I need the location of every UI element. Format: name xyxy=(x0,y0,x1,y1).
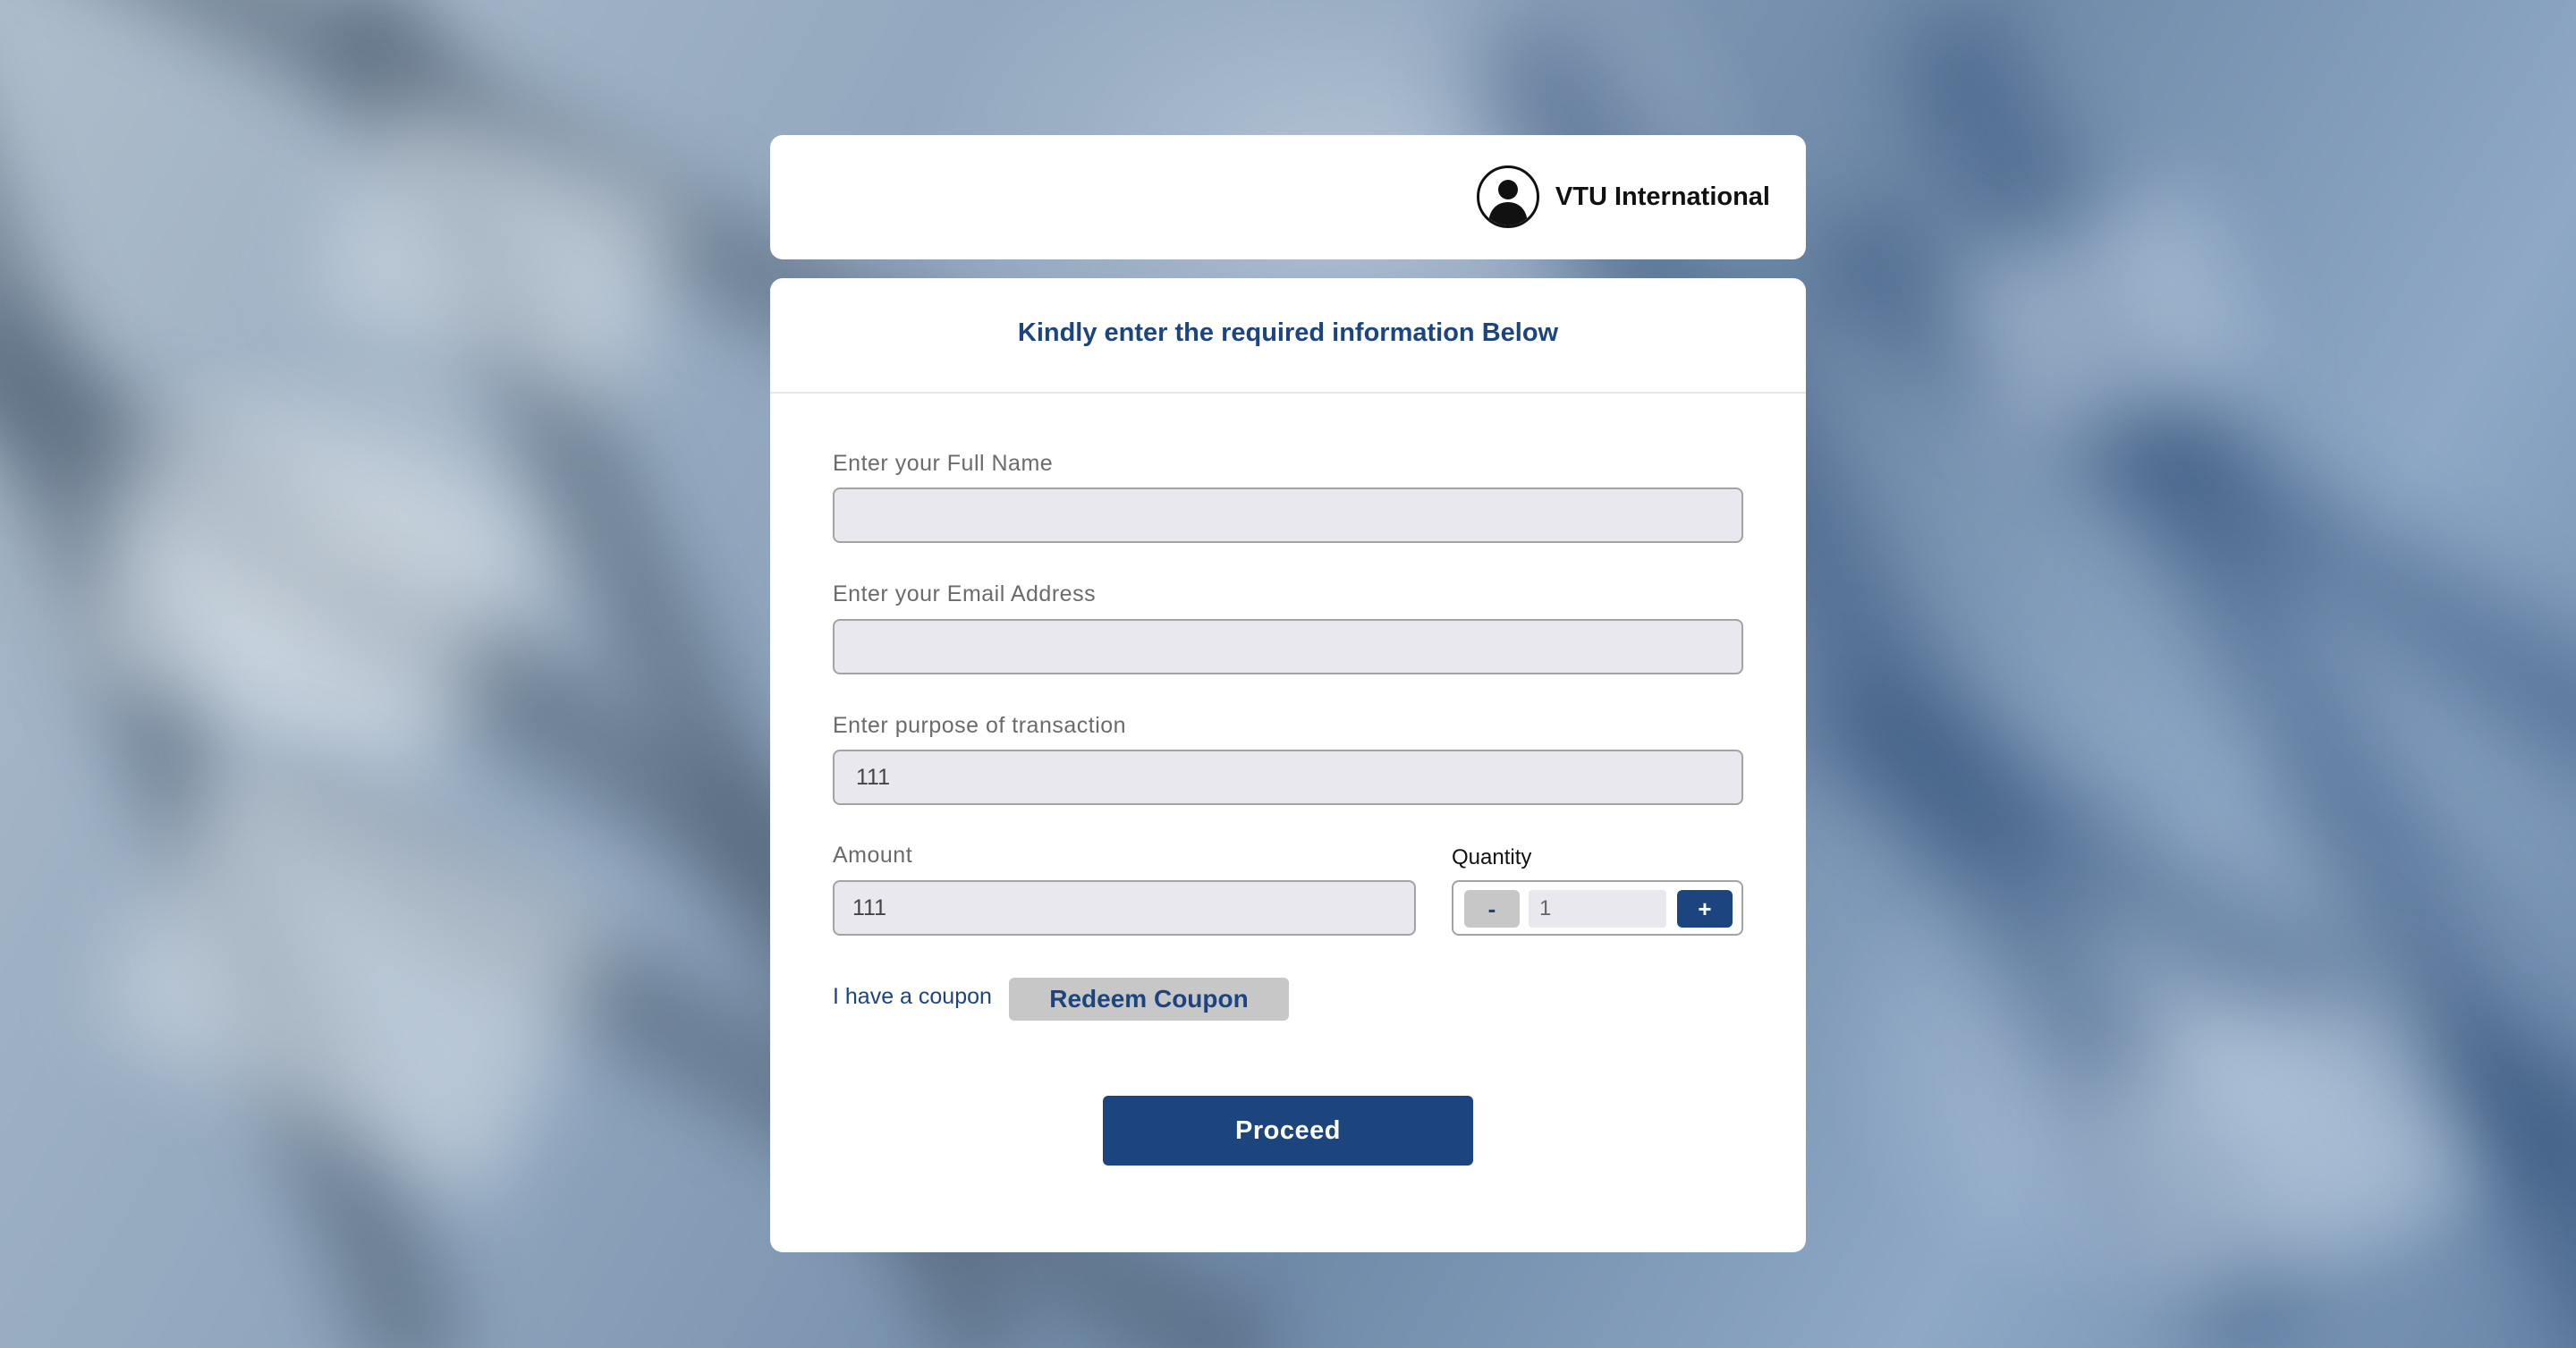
brand-name: VTU International xyxy=(1555,182,1770,211)
amount-label: Amount xyxy=(833,843,913,868)
purpose-label: Enter purpose of transaction xyxy=(833,713,1127,738)
form-title: Kindly enter the required information Be… xyxy=(770,278,1806,394)
full-name-label: Enter your Full Name xyxy=(833,451,1054,476)
amount-input[interactable] xyxy=(833,880,1416,936)
brand: VTU International xyxy=(1476,165,1770,229)
quantity-label: Quantity xyxy=(1452,845,1532,869)
user-silhouette-icon xyxy=(1476,165,1539,228)
quantity-increment-button[interactable]: + xyxy=(1677,890,1733,928)
coupon-link[interactable]: I have a coupon xyxy=(833,984,992,1010)
redeem-coupon-button[interactable]: Redeem Coupon xyxy=(1009,978,1289,1021)
full-name-input[interactable] xyxy=(833,487,1743,543)
purpose-input[interactable] xyxy=(833,750,1743,805)
form-card: Kindly enter the required information Be… xyxy=(770,278,1806,1252)
quantity-input[interactable] xyxy=(1529,890,1666,928)
email-label: Enter your Email Address xyxy=(833,581,1097,606)
proceed-button[interactable]: Proceed xyxy=(1103,1096,1473,1166)
email-input[interactable] xyxy=(833,619,1743,674)
quantity-stepper: - + xyxy=(1452,880,1743,936)
header-card: VTU International xyxy=(770,135,1806,259)
quantity-decrement-button[interactable]: - xyxy=(1464,890,1520,928)
